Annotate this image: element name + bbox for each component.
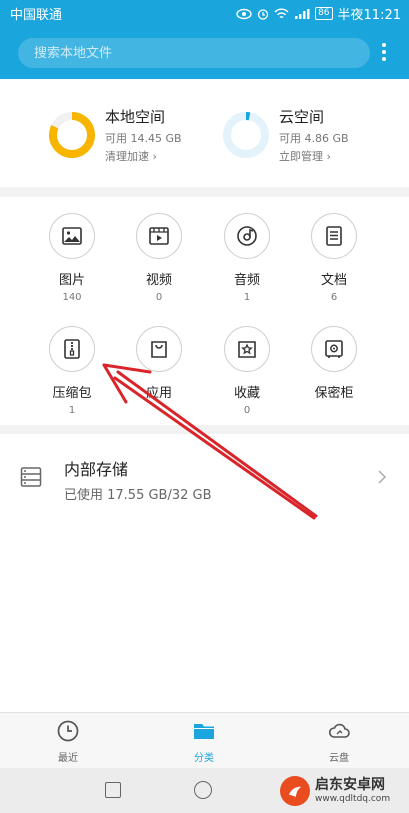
video-icon xyxy=(149,227,169,245)
search-bar[interactable] xyxy=(18,38,370,68)
nav-label: 分类 xyxy=(194,753,214,764)
category-documents[interactable]: 文档 6 xyxy=(294,213,374,303)
category-label: 视频 xyxy=(145,273,172,288)
chevron-right-icon xyxy=(378,470,387,484)
clean-accelerate-link[interactable]: 清理加速 › xyxy=(105,148,182,164)
watermark: 启东安卓网 www.qdltdq.com xyxy=(280,771,408,811)
category-count: 6 xyxy=(330,292,338,303)
app-bag-icon xyxy=(151,341,167,358)
status-right: 86 半夜11:21 xyxy=(236,4,401,23)
local-space-available: 可用 14.45 GB xyxy=(105,132,182,145)
nav-recent[interactable]: 最近 xyxy=(28,719,108,764)
local-space[interactable]: 本地空间 可用 14.45 GB 清理加速 › xyxy=(48,106,182,164)
home-button[interactable] xyxy=(194,781,212,799)
category-count: 0 xyxy=(155,292,163,303)
local-space-ring-icon xyxy=(49,112,95,158)
watermark-title: 启东安卓网 xyxy=(315,777,385,793)
category-count: 140 xyxy=(62,292,82,303)
clock-time: 半夜11:21 xyxy=(337,8,401,23)
alarm-icon xyxy=(257,8,269,20)
category-label: 音频 xyxy=(233,273,260,288)
internal-storage: 内部存储 已使用 17.55 GB/32 GB xyxy=(0,434,409,712)
category-safe[interactable]: 保密柜 xyxy=(294,326,374,405)
chevron-right-icon: › xyxy=(326,150,331,163)
category-archives[interactable]: 压缩包 1 xyxy=(32,326,112,416)
category-label: 文档 xyxy=(320,273,347,288)
category-label: 图片 xyxy=(58,273,85,288)
nav-label: 最近 xyxy=(58,753,78,764)
document-icon xyxy=(326,226,342,246)
favorite-star-icon xyxy=(238,341,256,358)
manage-now-label: 立即管理 xyxy=(279,150,323,163)
nav-category[interactable]: 分类 xyxy=(164,719,244,764)
category-label: 保密柜 xyxy=(314,386,354,401)
wifi-icon xyxy=(274,8,289,18)
watermark-logo-icon xyxy=(280,776,310,806)
storage-list-icon xyxy=(20,467,42,487)
category-count: 1 xyxy=(243,292,251,303)
signal-icon xyxy=(295,8,310,19)
battery-icon: 86 xyxy=(315,7,333,20)
folder-icon xyxy=(194,724,214,739)
category-count: 0 xyxy=(243,405,251,416)
category-count: 1 xyxy=(68,405,76,416)
internal-storage-row[interactable]: 内部存储 已使用 17.55 GB/32 GB xyxy=(0,434,409,524)
app-header: 中国联通 86 半夜11:21 xyxy=(0,0,409,79)
audio-icon xyxy=(237,226,257,246)
archive-icon xyxy=(64,339,80,359)
more-vertical-icon[interactable] xyxy=(376,40,392,66)
eye-icon xyxy=(236,8,252,19)
cloud-space-available: 可用 4.86 GB xyxy=(279,132,349,145)
local-space-title: 本地空间 xyxy=(105,108,166,126)
category-favorites[interactable]: 收藏 0 xyxy=(207,326,287,416)
storage-summary: 本地空间 可用 14.45 GB 清理加速 › 云空间 可用 4.86 GB 立… xyxy=(0,79,409,187)
category-videos[interactable]: 视频 0 xyxy=(119,213,199,303)
category-label: 压缩包 xyxy=(52,386,92,401)
status-bar: 中国联通 86 半夜11:21 xyxy=(0,0,409,24)
cloud-space[interactable]: 云空间 可用 4.86 GB 立即管理 › xyxy=(222,106,349,164)
bottom-navigation: 最近 分类 云盘 xyxy=(0,712,409,768)
nav-label: 云盘 xyxy=(329,753,349,764)
cloud-icon xyxy=(328,723,350,738)
cloud-space-title: 云空间 xyxy=(279,108,325,126)
clean-accelerate-label: 清理加速 xyxy=(105,150,149,163)
clock-icon xyxy=(57,720,79,742)
chevron-right-icon: › xyxy=(152,150,157,163)
category-grid: 图片 140 视频 0 音频 1 文档 6 压缩包 1 应用 收藏 0 保密柜 xyxy=(0,197,409,425)
category-apps[interactable]: 应用 xyxy=(119,326,199,405)
watermark-url: www.qdltdq.com xyxy=(315,794,391,804)
cloud-space-ring-icon xyxy=(223,112,269,158)
category-label: 收藏 xyxy=(233,386,260,401)
carrier-name: 中国联通 xyxy=(10,8,63,23)
internal-storage-title: 内部存储 xyxy=(64,460,129,479)
manage-now-link[interactable]: 立即管理 › xyxy=(279,148,349,164)
nav-cloud-drive[interactable]: 云盘 xyxy=(299,719,379,764)
recent-apps-button[interactable] xyxy=(105,782,121,798)
category-images[interactable]: 图片 140 xyxy=(32,213,112,303)
internal-storage-usage: 已使用 17.55 GB/32 GB xyxy=(64,488,212,503)
image-icon xyxy=(62,227,82,245)
safe-icon xyxy=(325,340,343,358)
category-audio[interactable]: 音频 1 xyxy=(207,213,287,303)
category-label: 应用 xyxy=(145,386,172,401)
search-input[interactable] xyxy=(18,38,370,68)
